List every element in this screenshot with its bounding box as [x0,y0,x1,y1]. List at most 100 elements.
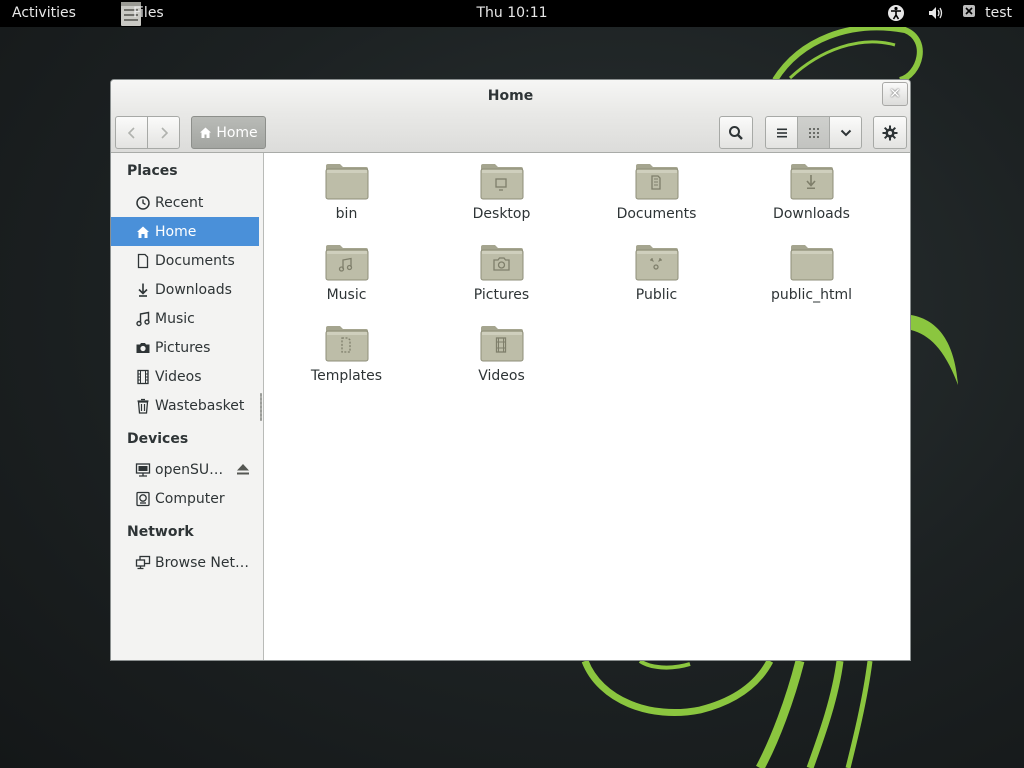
sidebar-item-label: Videos [155,368,202,385]
file-item[interactable]: Templates [269,315,424,393]
trash-icon [135,398,151,414]
sidebar-item-videos[interactable]: Videos [111,362,259,391]
sidebar-item-documents[interactable]: Documents [111,246,259,275]
folder-icon [635,245,678,281]
file-name: Videos [478,368,525,384]
volume-icon[interactable] [927,4,945,22]
sidebar-heading-devices: Devices [127,431,189,447]
sidebar-item-opensuse-drive[interactable]: openSU… [111,455,259,484]
file-name: Downloads [773,206,850,222]
forward-button[interactable] [147,116,180,149]
file-item[interactable]: Public [579,234,734,312]
close-button[interactable]: ✕ [882,82,908,106]
network-icon [135,555,151,571]
sidebar-item-label: Computer [155,490,225,507]
grid-view-icon [808,127,819,138]
user-name[interactable]: test [985,5,1012,21]
folder-icon [790,245,833,281]
folder-icon [325,245,368,281]
grid-view-button[interactable] [797,116,830,149]
music-icon [135,311,151,327]
gear-icon [882,125,898,140]
sidebar-item-music[interactable]: Music [111,304,259,333]
folder-icon [325,326,368,362]
sidebar-item-recent[interactable]: Recent [111,188,259,217]
accessibility-icon[interactable] [887,4,905,22]
document-icon [135,253,151,269]
chevron-right-icon [160,126,168,139]
sidebar-item-label: Downloads [155,281,232,298]
file-item[interactable]: Desktop [424,153,579,231]
sidebar-item-wastebasket[interactable]: Wastebasket [111,391,259,420]
back-button[interactable] [115,116,148,149]
sidebar-heading-network: Network [127,524,194,540]
file-item[interactable]: bin [269,153,424,231]
file-item[interactable]: Music [269,234,424,312]
file-name: bin [335,206,358,222]
search-icon [729,125,743,140]
file-name: Templates [310,368,383,384]
file-name: Music [326,287,367,303]
sidebar-item-downloads[interactable]: Downloads [111,275,259,304]
path-bar-home-button[interactable]: Home [191,116,266,149]
list-view-icon [776,128,787,137]
sidebar-item-label: Recent [155,194,204,211]
clock-icon [135,195,151,211]
sidebar-item-label: Pictures [155,339,211,356]
folder-icon [790,164,833,200]
sidebar-heading-places: Places [127,163,178,179]
film-icon [135,369,151,385]
search-button[interactable] [719,116,753,149]
view-options-button[interactable] [829,116,862,149]
drive-icon [135,462,151,478]
folder-icon [325,164,368,200]
file-item[interactable]: Downloads [734,153,889,231]
system-tray[interactable]: test [887,4,1012,22]
activities-button[interactable]: Activities [12,5,76,21]
title-bar[interactable]: Home [111,80,910,112]
file-name: Public [635,287,678,303]
chevron-down-icon [840,129,851,136]
folder-icon [480,164,523,200]
sidebar-item-label: openSU… [155,461,224,478]
top-bar: Activities Files Thu 10:11 test [0,0,1024,27]
folder-icon [480,326,523,362]
file-item[interactable]: Videos [424,315,579,393]
sidebar-item-label: Documents [155,252,235,269]
file-name: public_html [770,287,852,303]
sidebar-item-browse-network[interactable]: Browse Net… [111,548,259,577]
chevron-left-icon [127,126,135,139]
settings-button[interactable] [873,116,907,149]
file-item[interactable]: Documents [579,153,734,231]
user-status-icon[interactable] [962,4,980,22]
file-name: Pictures [473,287,530,303]
pane-resize-handle[interactable] [260,393,262,421]
sidebar-item-label: Music [155,310,195,327]
folder-icon [480,245,523,281]
window-title: Home [487,88,534,104]
home-icon [200,127,212,138]
file-name: Desktop [472,206,531,222]
file-view: bin Desktop Documents Downloads Music Picture… [264,153,910,660]
path-bar-label: Home [216,124,258,141]
home-icon [135,224,151,240]
download-icon [135,282,151,298]
sidebar-item-computer[interactable]: Computer [111,484,259,513]
file-name: Documents [616,206,697,222]
sidebar-item-pictures[interactable]: Pictures [111,333,259,362]
close-icon: ✕ [889,86,901,102]
list-view-button[interactable] [765,116,798,149]
app-menu-label[interactable]: Files [133,5,164,21]
sidebar-item-label: Browse Net… [155,554,250,571]
camera-icon [135,340,151,356]
file-item[interactable]: public_html [734,234,889,312]
file-item[interactable]: Pictures [424,234,579,312]
toolbar: Home [111,112,910,153]
sidebar-item-label: Wastebasket [155,397,245,414]
eject-icon[interactable] [236,462,250,476]
files-window: Home ✕ Home Places Recent Home Documents… [110,79,911,661]
folder-icon [635,164,678,200]
clock[interactable]: Thu 10:11 [476,5,547,21]
sidebar-item-home[interactable]: Home [111,217,259,246]
sidebar: Places Recent Home Documents Downloads M… [111,153,264,660]
